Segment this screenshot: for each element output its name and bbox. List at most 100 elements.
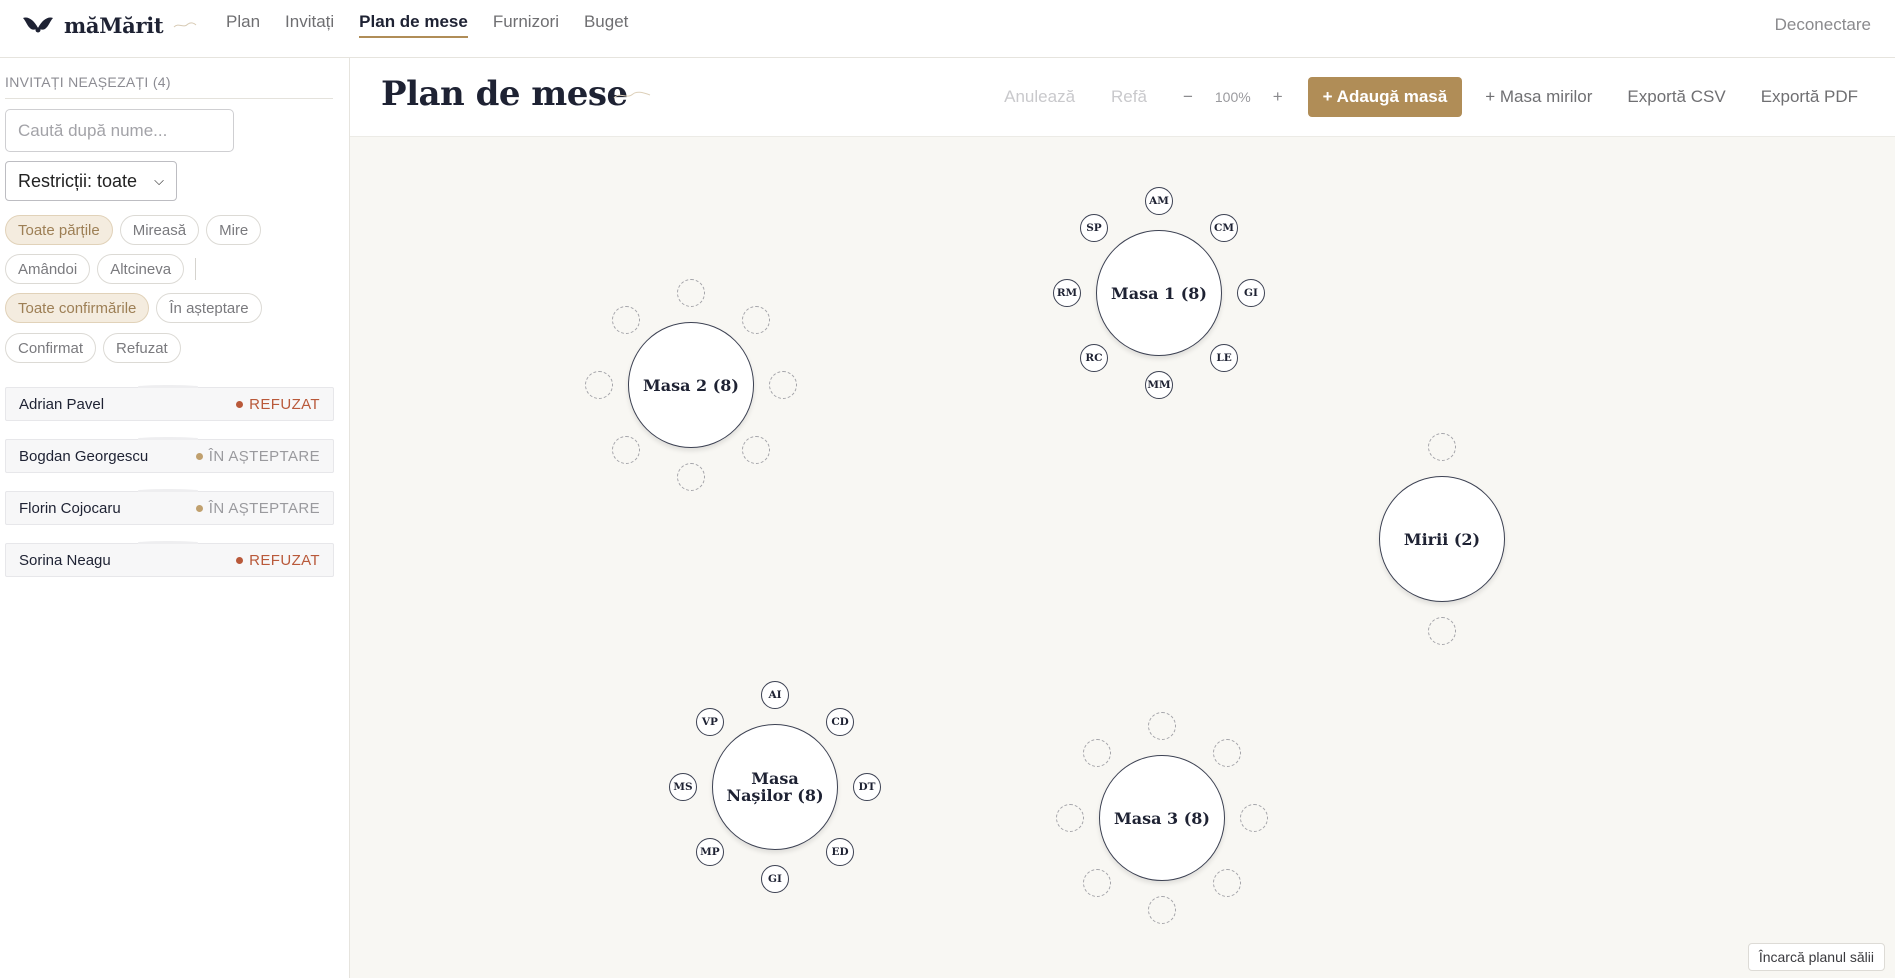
nav-link-furnizori[interactable]: Furnizori: [493, 12, 559, 38]
occupied-seat[interactable]: RC: [1079, 344, 1108, 373]
export-csv-button[interactable]: Exportă CSV: [1627, 87, 1725, 107]
empty-seat[interactable]: [742, 436, 771, 465]
empty-seat[interactable]: [1428, 617, 1456, 645]
filter-chip-other[interactable]: Altcineva: [97, 254, 185, 284]
empty-seat[interactable]: [769, 371, 797, 399]
rsvp-status-badge: ÎN AȘTEPTARE: [195, 499, 320, 517]
empty-seat[interactable]: [1148, 712, 1176, 740]
add-table-button[interactable]: + Adaugă masă: [1307, 77, 1463, 117]
guest-row[interactable]: Bogdan Georgescu ÎN AȘTEPTARE: [5, 437, 334, 473]
upload-floorplan-button[interactable]: Încarcă planul sălii: [1747, 943, 1885, 971]
undo-button[interactable]: Anulează: [1004, 87, 1075, 107]
empty-seat[interactable]: [1213, 738, 1242, 767]
filter-chip-both[interactable]: Amândoi: [5, 254, 91, 284]
zoom-in-button[interactable]: +: [1273, 87, 1283, 107]
nav-link-invitati[interactable]: Invitați: [285, 12, 334, 38]
rsvp-status-text: ÎN AȘTEPTARE: [208, 499, 320, 517]
panel-title-text: INVITAȚI NEAȘEZAȚI: [5, 74, 149, 90]
rsvp-status-text: REFUZAT: [249, 395, 320, 413]
rsvp-status-text: ÎN AȘTEPTARE: [208, 447, 320, 465]
add-couple-table-button[interactable]: + Masa mirilor: [1485, 87, 1592, 107]
unseated-guest-list: Adrian Pavel REFUZAT Bogdan Georgescu ÎN AȘ…: [5, 385, 334, 595]
empty-seat[interactable]: [1213, 869, 1242, 898]
empty-seat[interactable]: [585, 371, 613, 399]
round-table[interactable]: Mirii (2): [1379, 476, 1505, 602]
export-pdf-button[interactable]: Exportă PDF: [1761, 87, 1858, 107]
brand-name: măMărit: [64, 12, 164, 38]
occupied-seat[interactable]: MS: [669, 773, 697, 801]
seating-toolbar: Anulează Refă − 100% + + Adaugă masă + M…: [1004, 77, 1895, 117]
brand-logo[interactable]: măMărit: [22, 10, 197, 40]
occupied-seat[interactable]: DT: [853, 773, 881, 801]
unseated-count: (4): [152, 74, 171, 90]
empty-seat[interactable]: [1428, 433, 1456, 461]
side-filter-row-2: Amândoi Altcineva: [5, 254, 197, 284]
filter-chip-pending[interactable]: În așteptare: [156, 293, 262, 323]
filter-chip-groom[interactable]: Mire: [206, 215, 262, 245]
occupied-seat[interactable]: GI: [1237, 279, 1265, 307]
nav-link-plan[interactable]: Plan: [226, 12, 260, 38]
rsvp-status-badge: REFUZAT: [236, 552, 320, 569]
empty-seat[interactable]: [1056, 804, 1084, 832]
guest-search-input[interactable]: [5, 109, 234, 152]
panel-title: INVITAȚI NEAȘEZAȚI (4): [5, 74, 333, 99]
guest-name: Florin Cojocaru: [19, 499, 121, 517]
round-table[interactable]: Masa 3 (8): [1099, 755, 1225, 881]
status-dot-icon: [195, 504, 203, 512]
rsvp-status-badge: REFUZAT: [236, 396, 320, 413]
top-navbar: măMărit Plan Invitați Plan de mese Furni…: [0, 0, 1895, 58]
guest-name: Sorina Neagu: [19, 551, 111, 569]
main-nav: Plan Invitați Plan de mese Furnizori Bug…: [226, 12, 628, 38]
empty-seat[interactable]: [1148, 896, 1176, 924]
rsvp-filter-row-2: Confirmat Refuzat: [5, 333, 181, 363]
guest-name: Adrian Pavel: [19, 395, 105, 413]
empty-seat[interactable]: [677, 463, 705, 491]
empty-seat[interactable]: [1240, 804, 1268, 832]
occupied-seat[interactable]: CM: [1210, 213, 1239, 242]
nav-link-buget[interactable]: Buget: [584, 12, 628, 38]
round-table[interactable]: Masa 2 (8): [628, 322, 754, 448]
occupied-seat[interactable]: LE: [1210, 344, 1239, 373]
flourish-icon: [173, 22, 197, 28]
round-table[interactable]: Masa 1 (8): [1096, 230, 1222, 356]
seating-canvas[interactable]: Încarcă planul sălii Masa 1 (8) AM CM GI LE M…: [350, 137, 1895, 978]
occupied-seat[interactable]: SP: [1079, 213, 1108, 242]
empty-seat[interactable]: [611, 436, 640, 465]
flourish-icon: [613, 91, 651, 99]
occupied-seat[interactable]: ED: [826, 838, 855, 867]
round-table[interactable]: Masa Nașilor (8): [712, 724, 838, 850]
status-dot-icon: [236, 400, 244, 408]
guest-row[interactable]: Sorina Neagu REFUZAT: [5, 541, 334, 577]
guest-row[interactable]: Adrian Pavel REFUZAT: [5, 385, 334, 421]
empty-seat[interactable]: [677, 279, 705, 307]
filter-divider: [195, 258, 197, 280]
filter-chip-declined[interactable]: Refuzat: [103, 333, 181, 363]
occupied-seat[interactable]: VP: [695, 707, 724, 736]
guest-row[interactable]: Florin Cojocaru ÎN AȘTEPTARE: [5, 489, 334, 525]
occupied-seat[interactable]: GI: [761, 865, 789, 893]
empty-seat[interactable]: [611, 305, 640, 334]
empty-seat[interactable]: [1082, 869, 1111, 898]
empty-seat[interactable]: [1082, 738, 1111, 767]
status-dot-icon: [236, 556, 244, 564]
filter-chip-all-sides[interactable]: Toate părțile: [5, 215, 113, 245]
filter-chip-bride[interactable]: Mireasă: [119, 215, 200, 245]
occupied-seat[interactable]: MM: [1145, 371, 1173, 399]
rsvp-filter-row-1: Toate confirmările În așteptare: [5, 293, 262, 323]
occupied-seat[interactable]: RM: [1053, 279, 1081, 307]
logout-link[interactable]: Deconectare: [1775, 15, 1871, 35]
nav-link-plan-de-mese[interactable]: Plan de mese: [359, 12, 468, 38]
filter-chip-all-rsvp[interactable]: Toate confirmările: [5, 293, 150, 323]
occupied-seat[interactable]: CD: [826, 707, 855, 736]
status-dot-icon: [195, 452, 203, 460]
side-filter-row-1: Toate părțile Mireasă Mire: [5, 215, 262, 245]
occupied-seat[interactable]: AI: [761, 681, 789, 709]
filter-chip-confirmed[interactable]: Confirmat: [5, 333, 97, 363]
redo-button[interactable]: Refă: [1111, 87, 1147, 107]
empty-seat[interactable]: [742, 305, 771, 334]
occupied-seat[interactable]: MP: [695, 838, 724, 867]
restrictions-select[interactable]: Restricții: toate ⌵: [5, 161, 177, 201]
zoom-out-button[interactable]: −: [1183, 87, 1193, 107]
occupied-seat[interactable]: AM: [1145, 187, 1173, 215]
page-title: Plan de mese: [381, 74, 628, 114]
